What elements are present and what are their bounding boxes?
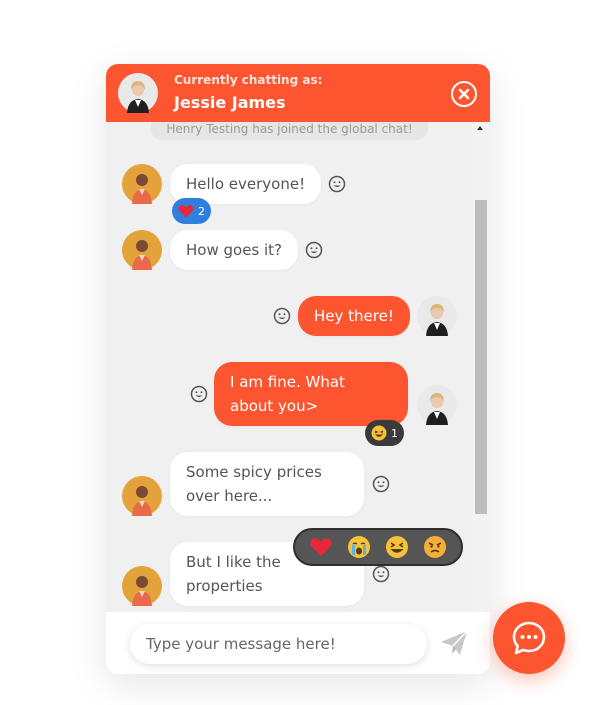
scrollbar-thumb[interactable] [475, 200, 487, 514]
message-text: Hello everyone! [186, 175, 306, 193]
sender-avatar [122, 164, 162, 204]
close-icon [458, 88, 470, 100]
message-bubble: How goes it? [170, 230, 299, 270]
add-reaction-smiley-icon[interactable] [305, 241, 323, 259]
message-text: How goes it? [186, 241, 283, 259]
send-icon[interactable] [440, 630, 468, 656]
heart-icon[interactable] [309, 535, 333, 559]
add-reaction-smiley-icon[interactable] [190, 385, 208, 403]
message-input[interactable] [130, 624, 427, 664]
add-reaction-smiley-icon[interactable] [273, 307, 291, 325]
message-text: I am fine. What about you> [230, 373, 345, 415]
chat-launcher-button[interactable] [493, 602, 565, 674]
current-user-name: Jessie James [174, 93, 286, 112]
add-reaction-smiley-icon[interactable] [372, 475, 390, 493]
add-reaction-smiley-icon[interactable] [372, 565, 390, 583]
laughing-face-icon [371, 425, 387, 441]
reaction-badge[interactable]: 2 [172, 198, 211, 224]
reaction-badge[interactable]: 1 [365, 420, 404, 446]
message-bubble: Hey there! [298, 296, 410, 336]
close-button[interactable] [451, 81, 477, 107]
crying-face-icon[interactable] [347, 535, 371, 559]
emoji-reaction-picker [293, 528, 463, 566]
message-scrollbar[interactable] [472, 122, 490, 668]
message-text: Hey there! [314, 307, 394, 325]
reaction-count: 1 [391, 426, 398, 440]
chat-bubble-icon [512, 621, 546, 655]
chatting-as-caption: Currently chatting as: [174, 73, 323, 87]
message-bubble: I am fine. What about you> [214, 362, 408, 426]
laughing-face-icon[interactable] [385, 535, 409, 559]
chat-window: Currently chatting as: Jessie James Henr… [106, 64, 490, 674]
message-list: Henry Testing has joined the global chat… [106, 122, 490, 668]
system-message: Henry Testing has joined the global chat… [151, 122, 428, 140]
own-avatar [417, 296, 457, 336]
message-text: Some spicy prices over here... [186, 463, 322, 505]
reaction-count: 2 [198, 204, 205, 218]
chat-header: Currently chatting as: Jessie James [106, 64, 490, 122]
message-bubble: Some spicy prices over here... [170, 452, 364, 516]
heart-icon [178, 205, 194, 218]
sender-avatar [122, 476, 162, 516]
add-reaction-smiley-icon[interactable] [328, 175, 346, 193]
sender-avatar [122, 230, 162, 270]
angry-face-icon[interactable] [423, 535, 447, 559]
current-user-avatar [118, 73, 158, 113]
composer-bar [106, 612, 490, 674]
own-avatar [417, 385, 457, 425]
scroll-up-arrow-icon[interactable] [477, 126, 483, 130]
sender-avatar [122, 566, 162, 606]
